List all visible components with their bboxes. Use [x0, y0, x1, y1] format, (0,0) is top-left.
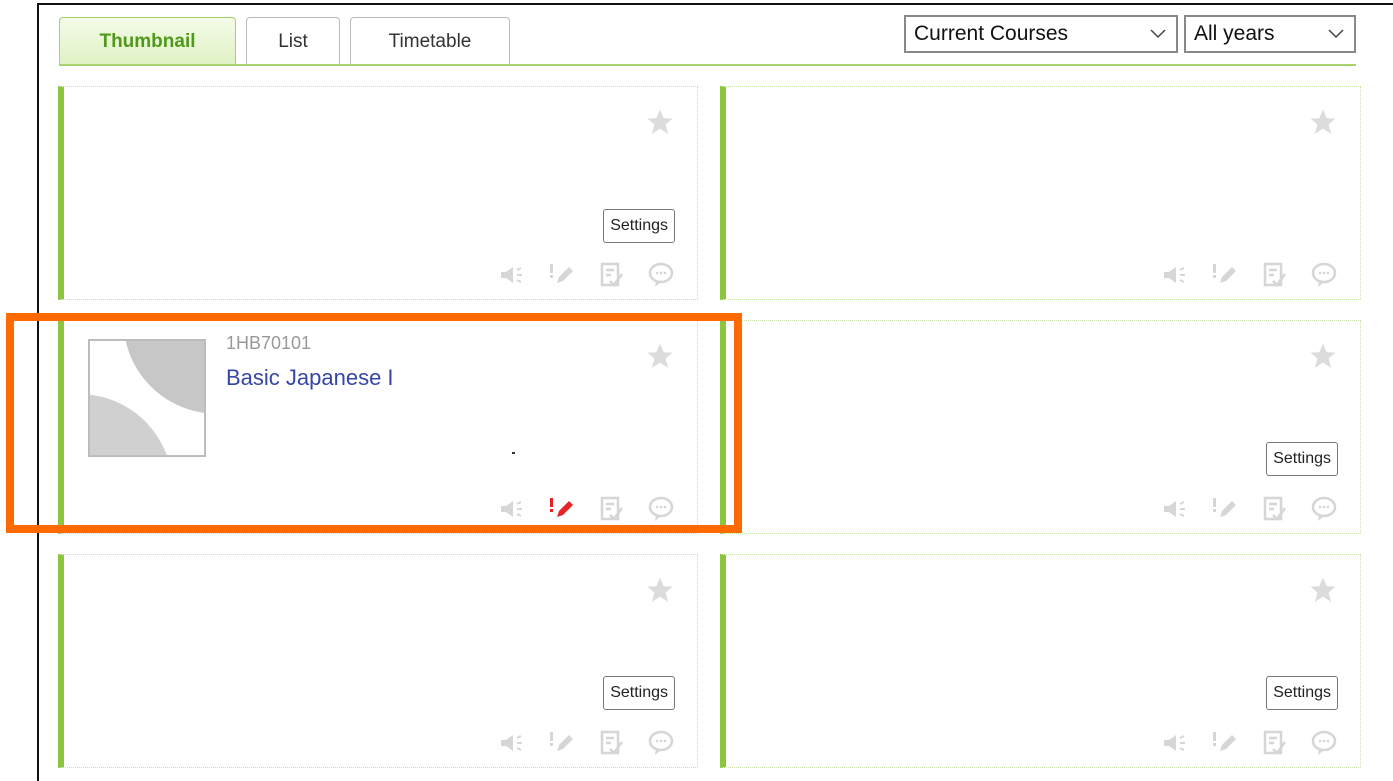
- frame-border-top: [37, 3, 1393, 5]
- forum-icon[interactable]: [1310, 261, 1338, 289]
- course-card[interactable]: Settings: [720, 320, 1361, 534]
- course-status-icons: [497, 729, 675, 757]
- report-alert-icon[interactable]: [547, 495, 575, 523]
- forum-icon[interactable]: [1310, 729, 1338, 757]
- course-card[interactable]: Settings: [58, 86, 698, 300]
- course-status-icons: [1160, 495, 1338, 523]
- announcement-icon[interactable]: [1160, 261, 1188, 289]
- report-icon[interactable]: [1210, 261, 1238, 289]
- favorite-star-icon[interactable]: [1308, 107, 1338, 137]
- test-icon[interactable]: [597, 729, 625, 757]
- report-icon[interactable]: [547, 729, 575, 757]
- test-icon[interactable]: [597, 261, 625, 289]
- announcement-icon[interactable]: [1160, 729, 1188, 757]
- course-page: Thumbnail List Timetable Current Courses…: [0, 0, 1393, 781]
- course-card[interactable]: 1HB70101 Basic Japanese I: [58, 320, 698, 534]
- settings-button[interactable]: Settings: [603, 209, 675, 243]
- course-card[interactable]: Settings: [58, 554, 698, 768]
- test-icon[interactable]: [1260, 495, 1288, 523]
- announcement-icon[interactable]: [497, 729, 525, 757]
- course-thumbnail[interactable]: [88, 339, 206, 457]
- settings-button[interactable]: Settings: [1266, 442, 1338, 476]
- report-icon[interactable]: [1210, 495, 1238, 523]
- course-code: 1HB70101: [226, 333, 312, 353]
- chevron-down-icon: [1150, 29, 1166, 39]
- forum-icon[interactable]: [647, 261, 675, 289]
- frame-border-left: [37, 3, 39, 781]
- course-card[interactable]: Settings: [720, 554, 1361, 768]
- test-icon[interactable]: [597, 495, 625, 523]
- announcement-icon[interactable]: [497, 261, 525, 289]
- announcement-icon[interactable]: [1160, 495, 1188, 523]
- favorite-star-icon[interactable]: [1308, 575, 1338, 605]
- settings-button[interactable]: Settings: [603, 676, 675, 710]
- report-icon[interactable]: [547, 261, 575, 289]
- test-icon[interactable]: [1260, 729, 1288, 757]
- favorite-star-icon[interactable]: [1308, 341, 1338, 371]
- year-filter-select[interactable]: All years: [1184, 15, 1356, 53]
- course-title-link[interactable]: Basic Japanese I: [226, 365, 394, 391]
- announcement-icon[interactable]: [497, 495, 525, 523]
- favorite-star-icon[interactable]: [645, 575, 675, 605]
- course-status-icons: [497, 261, 675, 289]
- forum-icon[interactable]: [647, 729, 675, 757]
- stray-dot: [512, 452, 515, 454]
- course-filter-select[interactable]: Current Courses: [904, 15, 1178, 53]
- course-status-icons: [497, 495, 675, 523]
- test-icon[interactable]: [1260, 261, 1288, 289]
- report-icon[interactable]: [1210, 729, 1238, 757]
- favorite-star-icon[interactable]: [645, 107, 675, 137]
- forum-icon[interactable]: [647, 495, 675, 523]
- favorite-star-icon[interactable]: [645, 341, 675, 371]
- chevron-down-icon: [1328, 29, 1344, 39]
- course-filter-value: Current Courses: [914, 22, 1069, 45]
- tab-list[interactable]: List: [246, 17, 340, 65]
- tab-timetable[interactable]: Timetable: [350, 17, 510, 65]
- tab-underline: [59, 64, 1356, 66]
- tab-thumbnail[interactable]: Thumbnail: [59, 17, 236, 65]
- course-status-icons: [1160, 729, 1338, 757]
- settings-button[interactable]: Settings: [1266, 676, 1338, 710]
- forum-icon[interactable]: [1310, 495, 1338, 523]
- year-filter-value: All years: [1194, 22, 1275, 45]
- course-card[interactable]: [720, 86, 1361, 300]
- course-status-icons: [1160, 261, 1338, 289]
